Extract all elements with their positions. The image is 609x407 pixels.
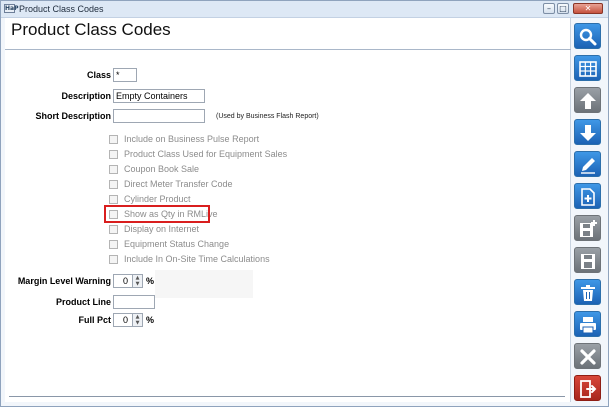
- description-field[interactable]: Empty Containers: [113, 89, 205, 103]
- arrow-down-icon: [580, 125, 596, 141]
- new-document-icon: [581, 188, 595, 206]
- spin-down-icon[interactable]: ▼: [133, 281, 142, 287]
- checkbox-label: Cylinder Product: [124, 194, 191, 204]
- margin-level-value: 0: [122, 276, 128, 286]
- minimize-button[interactable]: –: [543, 3, 555, 14]
- checkbox[interactable]: [109, 180, 118, 189]
- bottom-divider: [9, 396, 565, 397]
- app-logo-icon: HaP: [4, 4, 19, 13]
- action-toolbar: [574, 21, 606, 405]
- checkbox-label: Equipment Status Change: [124, 239, 230, 249]
- maximize-button[interactable]: □: [557, 3, 569, 14]
- page-title: Product Class Codes: [11, 20, 171, 39]
- checkbox-label: Product Class Used for Equipment Sales: [124, 149, 288, 159]
- checkbox[interactable]: [109, 240, 118, 249]
- arrow-up-icon: [580, 93, 596, 109]
- checkbox-label: Display on Internet: [124, 224, 200, 234]
- cancel-icon: [580, 349, 596, 365]
- delete-button[interactable]: [574, 279, 601, 305]
- grid-view-button[interactable]: [574, 55, 601, 81]
- form-panel: Product Class Codes Class * Description …: [5, 18, 571, 402]
- search-button[interactable]: [574, 23, 601, 49]
- highlight-box: [104, 205, 210, 223]
- margin-panel: [155, 270, 253, 298]
- edit-button[interactable]: [574, 151, 601, 177]
- class-label: Class: [86, 70, 111, 80]
- margin-level-warning-label: Margin Level Warning: [17, 276, 111, 286]
- checkbox[interactable]: [109, 225, 118, 234]
- edit-icon: [581, 158, 595, 174]
- checkbox[interactable]: [109, 150, 118, 159]
- title-bar: HaP Product Class Codes – □ ✕: [1, 1, 608, 18]
- checkbox[interactable]: [109, 195, 118, 204]
- short-description-label: Short Description: [35, 111, 111, 121]
- product-line-label: Product Line: [55, 297, 111, 307]
- grid-icon: [579, 61, 597, 77]
- save-new-icon: [580, 220, 597, 237]
- title-divider: [5, 49, 571, 50]
- next-record-button[interactable]: [574, 119, 601, 145]
- cancel-button[interactable]: [574, 343, 601, 369]
- full-pct-spin-buttons: ▲ ▼: [132, 314, 142, 326]
- new-record-button[interactable]: [574, 183, 601, 209]
- checkbox-label: Coupon Book Sale: [124, 164, 200, 174]
- checkbox[interactable]: [109, 165, 118, 174]
- checkbox[interactable]: [109, 135, 118, 144]
- save-icon: [581, 254, 595, 269]
- checkbox-label: Direct Meter Transfer Code: [124, 179, 233, 189]
- spin-down-icon[interactable]: ▼: [133, 320, 142, 326]
- print-button[interactable]: [574, 311, 601, 337]
- margin-percent-unit: %: [146, 276, 155, 286]
- class-field[interactable]: *: [113, 68, 137, 82]
- print-icon: [580, 317, 596, 334]
- full-pct-value: 0: [122, 315, 128, 325]
- window-title: Product Class Codes: [19, 4, 104, 14]
- search-icon: [579, 28, 597, 46]
- save-and-new-button[interactable]: [574, 215, 601, 241]
- description-label: Description: [61, 91, 111, 101]
- full-pct-stepper[interactable]: 0 ▲ ▼: [113, 313, 143, 327]
- close-window-button[interactable]: ✕: [573, 3, 603, 14]
- checkbox-label: Include In On-Site Time Calculations: [124, 254, 270, 264]
- full-pct-percent-unit: %: [146, 315, 155, 325]
- app-window: HaP Product Class Codes – □ ✕ Product Cl…: [0, 0, 609, 407]
- exit-button[interactable]: [574, 375, 601, 401]
- checkbox-label: Include on Business Pulse Report: [124, 134, 260, 144]
- delete-icon: [581, 285, 595, 301]
- short-description-field[interactable]: [113, 109, 205, 123]
- previous-record-button[interactable]: [574, 87, 601, 113]
- exit-icon: [580, 380, 597, 398]
- save-button[interactable]: [574, 247, 601, 273]
- short-description-note: (Used by Business Flash Report): [216, 113, 319, 120]
- margin-level-spin-buttons: ▲ ▼: [132, 275, 142, 287]
- margin-level-stepper[interactable]: 0 ▲ ▼: [113, 274, 143, 288]
- full-pct-label: Full Pct: [78, 315, 111, 325]
- product-line-field[interactable]: [113, 295, 155, 309]
- checkbox[interactable]: [109, 255, 118, 264]
